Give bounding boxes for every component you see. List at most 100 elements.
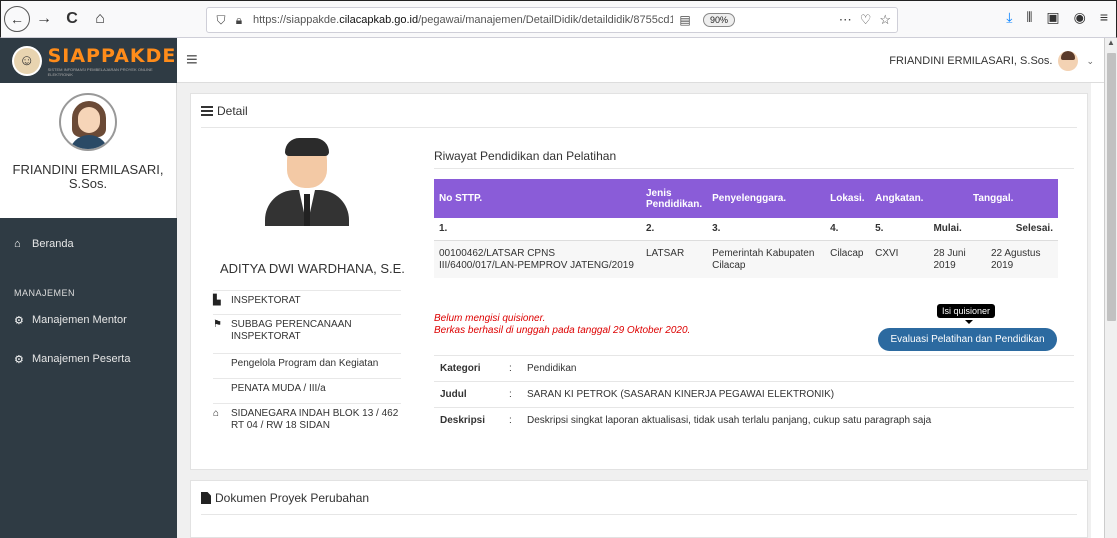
profile-name: FRIANDINI ERMILASARI, S.Sos.	[12, 162, 164, 191]
sidebar-toggle-icon[interactable]: ▣	[1046, 9, 1059, 26]
url-prefix: https://siappakde.	[253, 14, 340, 26]
scrollbar[interactable]: ▲	[1104, 38, 1117, 538]
table-cell: 3.	[712, 222, 721, 234]
back-icon[interactable]: ←	[4, 6, 30, 32]
table-cell: 1.	[439, 222, 448, 234]
kv-key: Kategori	[440, 363, 481, 374]
kv-row-judul: Judul : SARAN KI PETROK (SASARAN KINERJA…	[434, 381, 1074, 407]
sidebar-item-label: Manajemen Mentor	[32, 314, 127, 326]
brand-logo[interactable]: ☺ SIAPPAKDE SISTEM INFORMASI PEMBELAJARA…	[0, 38, 177, 83]
brand-subtitle: SISTEM INFORMASI PEMBELAJARAN PROYEK ONL…	[47, 66, 153, 77]
table-row: 00100462/LATSAR CPNS III/6400/017/LAN-PE…	[434, 239, 1058, 278]
address-bar[interactable]: ⛉ 🔒︎ https://siappakde.cilacapkab.go.id/…	[206, 7, 898, 33]
info-position: Pengelola Program dan Kegiatan	[213, 353, 401, 370]
app-header: ☺ SIAPPAKDE SISTEM INFORMASI PEMBELAJARA…	[0, 38, 1104, 83]
kv-key: Deskripsi	[440, 415, 486, 426]
table-cell: Pemerintah Kabupaten Cilacap	[707, 239, 826, 278]
shield-icon: ⛉	[216, 12, 226, 27]
brand-title: SIAPPAKDE	[47, 44, 177, 67]
sidebar-item-label: Beranda	[32, 238, 74, 250]
kv-value: Pendidikan	[527, 363, 577, 374]
dokumen-card: Dokumen Proyek Perubahan	[190, 480, 1088, 538]
sidebar-item-beranda[interactable]: ⌂ Beranda	[0, 234, 177, 254]
scroll-thumb[interactable]	[1107, 53, 1116, 321]
person-name: ADITYA DWI WARDHANA, S.E.	[220, 261, 405, 276]
bookmark-star-icon[interactable]: ☆	[879, 12, 891, 28]
browser-toolbar: ← → C ⌂ ⛉ 🔒︎ https://siappakde.cilacapka…	[0, 0, 1117, 38]
home-icon: ⌂	[14, 238, 21, 250]
column-header: Jenis Pendidikan.	[641, 179, 708, 218]
table-cell: CXVI	[870, 239, 929, 278]
cogs-icon: ⚙	[14, 314, 24, 327]
table-cell: 4.	[830, 222, 839, 234]
reload-icon[interactable]: C	[58, 5, 86, 33]
info-unit: ▙ INSPEKTORAT	[213, 290, 401, 307]
table-cell: 28 Juni 2019	[928, 239, 986, 278]
status-note-line: Berkas berhasil di unggah pada tanggal 2…	[434, 325, 691, 336]
scroll-up-icon[interactable]: ▲	[1105, 38, 1117, 52]
column-header: Angkatan.	[870, 179, 929, 218]
menu-icon[interactable]: ≡	[1100, 9, 1108, 26]
column-header: Penyelenggara.	[707, 179, 826, 218]
sidebar-item-manajemen-peserta[interactable]: ⚙ Manajemen Peserta	[0, 349, 177, 369]
person-photo	[263, 138, 351, 226]
url-text[interactable]: https://siappakde.cilacapkab.go.id/pegaw…	[253, 14, 673, 26]
zoom-level[interactable]: 90%	[703, 13, 736, 27]
table-cell: Selesai.	[1015, 222, 1053, 234]
home-icon: ⌂	[213, 408, 220, 419]
table-cell: 00100462/LATSAR CPNS III/6400/017/LAN-PE…	[434, 239, 641, 278]
info-address: ⌂ SIDANEGARA INDAH BLOK 13 / 462 RT 04 /…	[213, 403, 401, 432]
table-cell: 22 Agustus 2019	[986, 239, 1058, 278]
status-note: Belum mengisi quisioner. Berkas berhasil…	[434, 313, 690, 337]
kv-value: Deskripsi singkat laporan aktualisasi, t…	[527, 415, 932, 426]
kv-key: Judul	[440, 389, 467, 400]
sidebar-item-manajemen-mentor[interactable]: ⚙ Manajemen Mentor	[0, 310, 177, 330]
sidebar-section-header: MANAJEMEN	[14, 288, 76, 298]
info-subunit: ⚑ SUBBAG PERENCANAAN INSPEKTORAT	[213, 314, 401, 343]
card-title: Detail	[201, 104, 248, 118]
list-icon	[201, 106, 213, 116]
url-domain: cilacapkab.go.id	[339, 14, 419, 26]
card-title-text: Detail	[217, 104, 248, 118]
home-icon[interactable]: ⌂	[86, 5, 114, 33]
sidebar: FRIANDINI ERMILASARI, S.Sos. ⌂ Beranda M…	[0, 83, 177, 538]
flag-icon: ⚑	[213, 319, 222, 330]
lock-icon: 🔒︎	[235, 12, 243, 27]
info-unit-text: INSPEKTORAT	[231, 295, 301, 306]
column-header: Tanggal.	[928, 179, 1058, 218]
card-title-text: Dokumen Proyek Perubahan	[215, 491, 370, 505]
reader-view-icon[interactable]: ▤	[677, 13, 693, 27]
download-icon[interactable]: ⤓	[1006, 9, 1012, 26]
table-number-row: 1. 2. 3. 4. 5. Mulai. Selesai.	[434, 218, 1058, 240]
table-header-row: No STTP. Jenis Pendidikan. Penyelenggara…	[434, 179, 1058, 218]
kv-sep: :	[509, 415, 512, 426]
hamburger-menu-icon[interactable]: ≡	[186, 49, 198, 72]
library-icon[interactable]: ⫴	[1026, 9, 1032, 26]
page-actions-icon[interactable]: ⋯	[839, 12, 852, 28]
chevron-down-icon: ⌄	[1086, 55, 1094, 66]
info-rank-text: PENATA MUDA / III/a	[231, 383, 326, 394]
kv-sep: :	[509, 363, 512, 374]
table-cell: 2.	[646, 222, 655, 234]
table-cell: LATSAR	[641, 239, 708, 278]
user-name: FRIANDINI ERMILASARI, S.Sos.	[889, 55, 1053, 67]
evaluasi-button[interactable]: Evaluasi Pelatihan dan Pendidikan	[878, 328, 1057, 351]
url-path: /pegawai/manajemen/DetailDidik/detaildid…	[418, 14, 673, 26]
cogs-icon: ⚙	[14, 353, 24, 366]
avatar	[59, 93, 117, 151]
tooltip: Isi quisioner	[937, 304, 996, 318]
education-table: No STTP. Jenis Pendidikan. Penyelenggara…	[434, 179, 1058, 278]
column-header: Lokasi.	[825, 179, 871, 218]
table-cell: 5.	[875, 222, 884, 234]
account-icon[interactable]: ◉	[1074, 9, 1086, 26]
column-header: No STTP.	[434, 179, 641, 218]
file-icon	[201, 492, 211, 504]
pocket-icon[interactable]: ♡	[860, 12, 872, 28]
card-title: Dokumen Proyek Perubahan	[201, 491, 369, 505]
brand-mascot-icon: ☺	[12, 45, 42, 76]
forward-icon[interactable]: →	[30, 5, 58, 33]
user-menu[interactable]: FRIANDINI ERMILASARI, S.Sos. ⌄	[889, 51, 1094, 71]
kv-sep: :	[509, 389, 512, 400]
user-avatar	[1058, 51, 1079, 71]
kv-row-kategori: Kategori : Pendidikan	[434, 355, 1074, 381]
